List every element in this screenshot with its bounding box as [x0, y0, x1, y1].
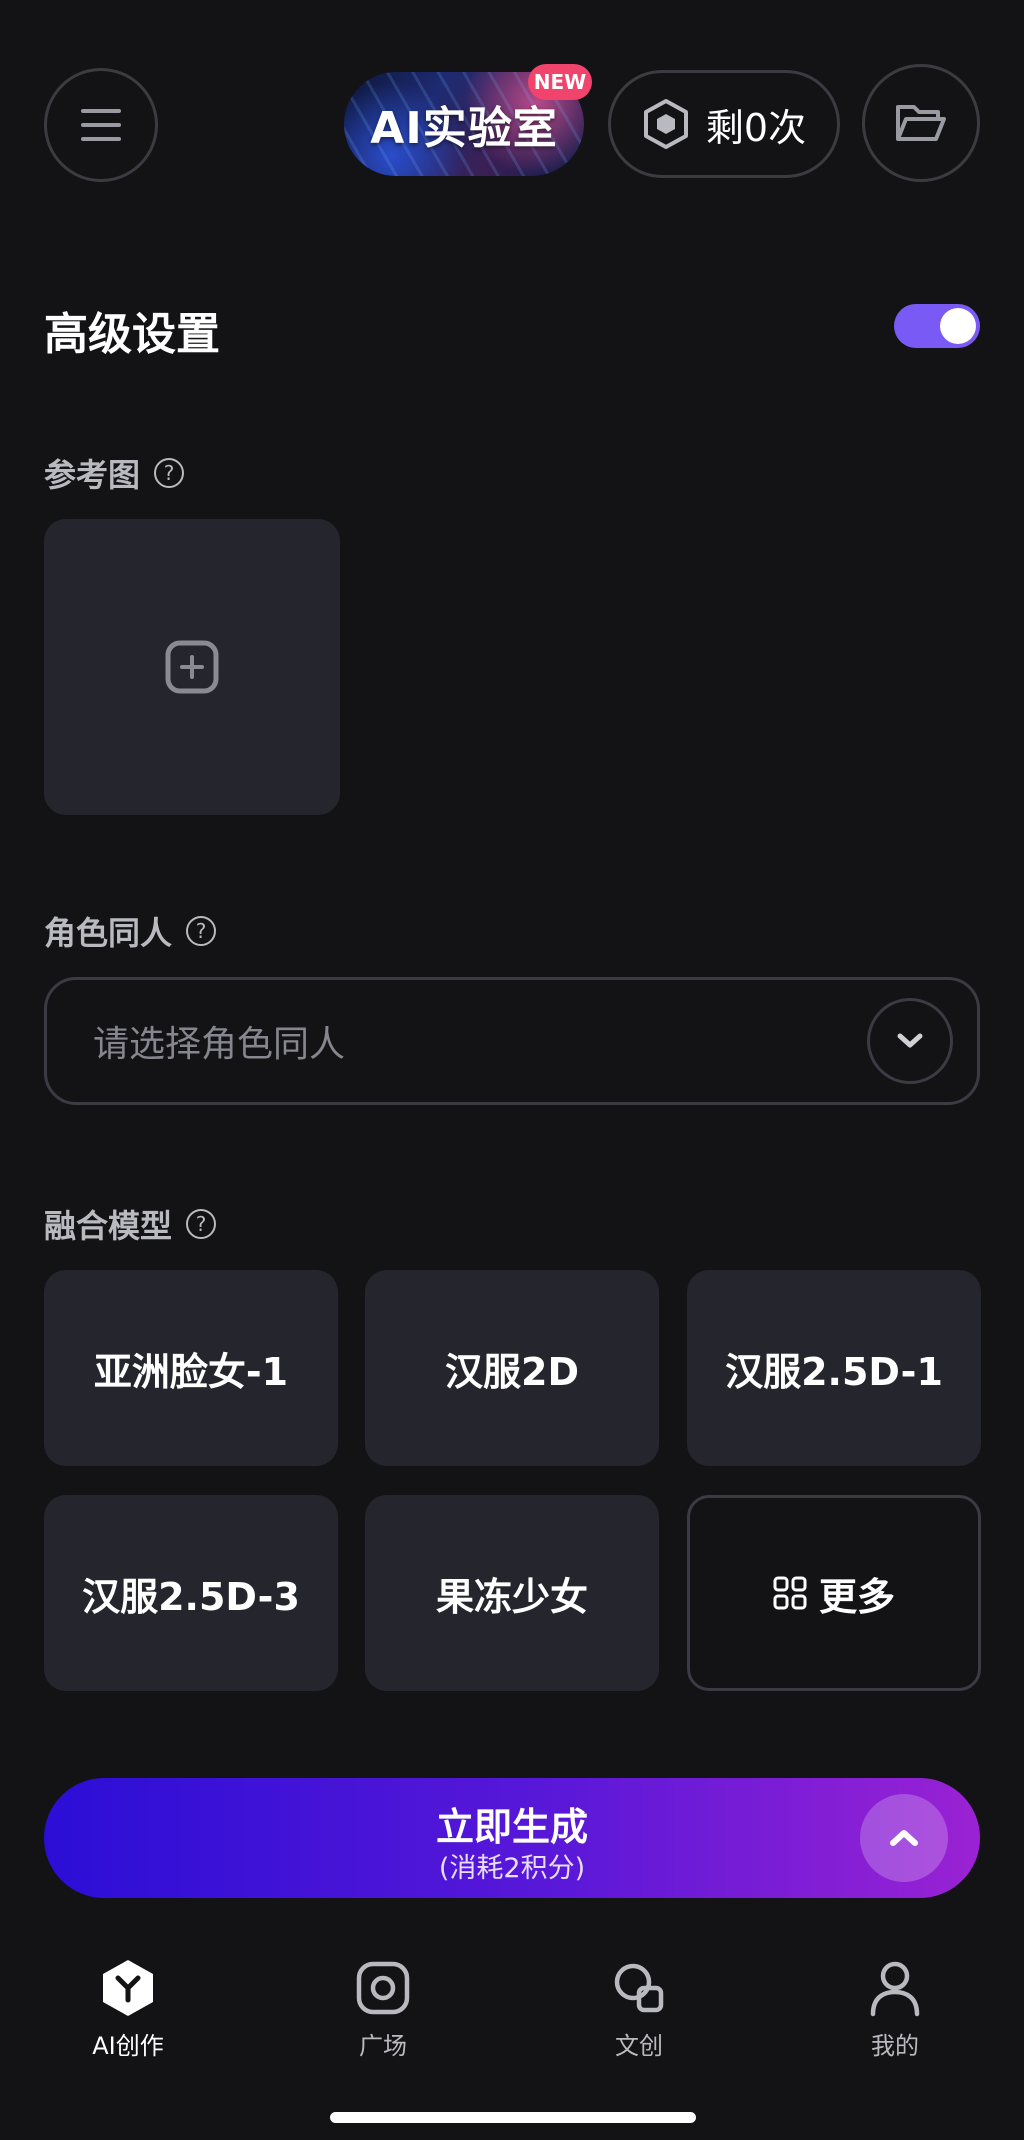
add-image-icon: [165, 640, 219, 694]
character-label: 角色同人: [44, 914, 173, 952]
tab-cultural[interactable]: 文创: [564, 1958, 714, 2061]
grid-icon: [773, 1576, 807, 1610]
ai-create-icon: [103, 1960, 153, 2016]
folder-button[interactable]: [862, 64, 980, 182]
hexagon-shield-icon: [643, 99, 688, 149]
reference-image-label: 参考图: [44, 456, 141, 494]
model-option[interactable]: 果冻少女: [365, 1495, 659, 1691]
chevron-up-icon: [890, 1830, 918, 1846]
generate-title: 立即生成: [435, 1805, 588, 1849]
model-option[interactable]: 亚洲脸女-1: [44, 1270, 338, 1466]
more-models-button[interactable]: 更多: [687, 1495, 981, 1691]
generate-cost: (消耗2积分): [438, 1853, 586, 1884]
tab-mine[interactable]: 我的: [820, 1958, 970, 2061]
tab-square[interactable]: 广场: [308, 1958, 458, 2061]
tab-label: AI创作: [92, 2032, 164, 2060]
home-indicator[interactable]: [330, 2112, 696, 2123]
model-option[interactable]: 汉服2.5D-3: [44, 1495, 338, 1691]
tab-ai-create[interactable]: AI创作: [53, 1958, 203, 2061]
new-badge: NEW: [528, 64, 592, 100]
remaining-uses-button[interactable]: 剩0次: [608, 70, 840, 178]
character-label-row: 角色同人 ?: [44, 908, 217, 954]
help-icon[interactable]: ?: [186, 916, 217, 946]
help-icon[interactable]: ?: [154, 458, 185, 488]
model-option[interactable]: 汉服2D: [365, 1270, 659, 1466]
chevron-down-icon: [897, 1033, 923, 1048]
instagram-icon: [356, 1961, 410, 2015]
model-option[interactable]: 汉服2.5D-1: [687, 1270, 981, 1466]
fusion-model-label: 融合模型: [44, 1207, 173, 1245]
advanced-settings-title: 高级设置: [44, 309, 220, 360]
user-icon: [870, 1961, 920, 2017]
toggle-knob: [940, 308, 976, 344]
expand-button[interactable]: [860, 1794, 948, 1882]
tab-label: 文创: [615, 2032, 663, 2060]
tab-label: 我的: [871, 2032, 919, 2060]
help-icon[interactable]: ?: [186, 1209, 217, 1239]
advanced-settings-toggle[interactable]: [894, 304, 980, 348]
reference-image-label-row: 参考图 ?: [44, 450, 185, 496]
chevron-down-button[interactable]: [867, 998, 953, 1084]
more-models-label: 更多: [818, 1574, 895, 1619]
character-select-placeholder: 请选择角色同人: [93, 1024, 346, 1065]
menu-button[interactable]: [44, 68, 158, 182]
menu-icon: [81, 109, 121, 141]
shapes-icon: [614, 1963, 664, 2013]
generate-button[interactable]: 立即生成 (消耗2积分): [44, 1778, 980, 1898]
character-select[interactable]: 请选择角色同人: [44, 977, 980, 1105]
remaining-uses-label: 剩0次: [705, 105, 807, 150]
folder-icon: [896, 105, 946, 141]
tab-label: 广场: [359, 2032, 407, 2060]
reference-image-upload[interactable]: [44, 519, 340, 815]
ai-lab-label: AI实验室: [370, 103, 558, 154]
fusion-model-label-row: 融合模型 ?: [44, 1201, 217, 1247]
